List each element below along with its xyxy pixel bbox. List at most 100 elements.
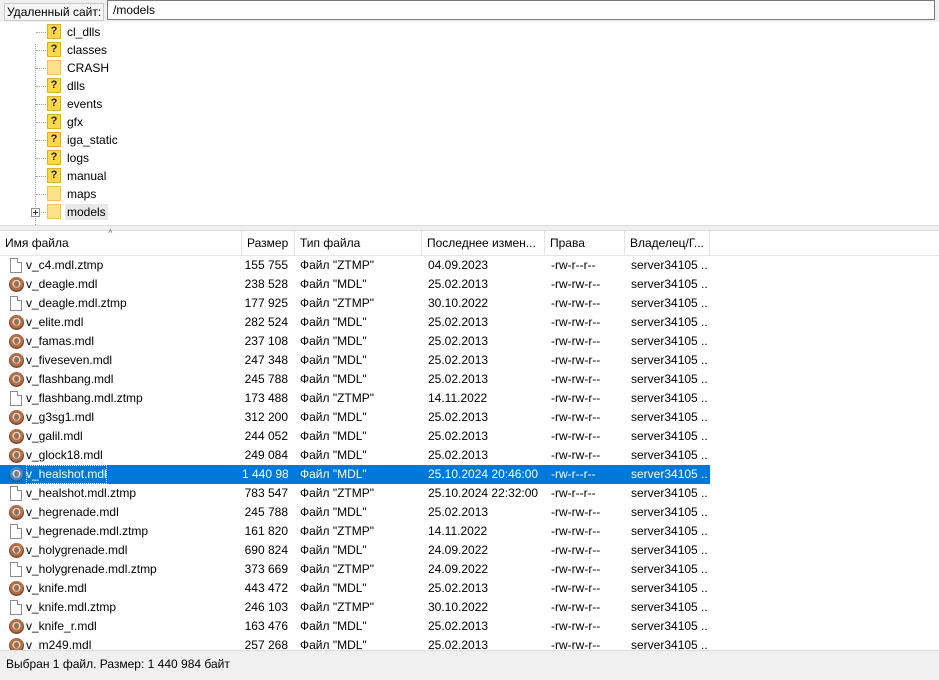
file-size: 249 084 — [244, 448, 288, 462]
file-name: v_holygrenade.mdl — [26, 543, 128, 557]
tree-item-gfx[interactable]: ? gfx — [0, 113, 939, 131]
tree-item-models[interactable]: models — [0, 203, 939, 221]
tree-connector — [36, 194, 46, 195]
file-owner: server34105 .. — [631, 448, 708, 462]
file-icon — [10, 296, 22, 311]
file-type: Файл "ZTMP" — [300, 486, 375, 500]
tree-item-maps[interactable]: maps — [0, 185, 939, 203]
tree-item-cl-dlls[interactable]: ? cl_dlls — [0, 23, 939, 41]
file-modified: 25.10.2024 20:46:00 — [428, 467, 539, 481]
tree-item-dlls[interactable]: ? dlls — [0, 77, 939, 95]
file-owner: server34105 .. — [631, 353, 708, 367]
remote-directory-tree: ? cl_dlls? classes CRASH? dlls? events? gfx? ig… — [0, 22, 939, 225]
file-row[interactable]: v_fiveseven.mdl 247 348 Файл "MDL" 25.02.20… — [0, 351, 710, 370]
tree-item-logs[interactable]: ? logs — [0, 149, 939, 167]
mdl-file-icon — [9, 505, 24, 520]
file-row[interactable]: v_hegrenade.mdl 245 788 Файл "MDL" 25.02.20… — [0, 503, 710, 522]
file-row[interactable]: v_deagle.mdl 238 528 Файл "MDL" 25.02.2013 -… — [0, 275, 710, 294]
file-name: v_flashbang.mdl — [26, 372, 114, 386]
file-row[interactable]: v_elite.mdl 282 524 Файл "MDL" 25.02.2013 -r… — [0, 313, 710, 332]
file-row[interactable]: v_knife_r.mdl 163 476 Файл "MDL" 25.02.2013… — [0, 617, 710, 636]
file-size: 177 925 — [244, 296, 288, 310]
file-row[interactable]: v_deagle.mdl.ztmp 177 925 Файл "ZTMP" 30.10… — [0, 294, 710, 313]
file-owner: server34105 .. — [631, 619, 708, 633]
file-row[interactable]: v_healshot.mdl 1 440 984 Файл "MDL" 25.10.2… — [0, 465, 710, 484]
file-name: v_deagle.mdl — [26, 277, 98, 291]
remote-site-bar: Удаленный сайт: — [0, 0, 939, 23]
file-name: v_flashbang.mdl.ztmp — [26, 391, 143, 405]
tree-connector — [36, 176, 46, 177]
file-type: Файл "MDL" — [300, 619, 367, 633]
tree-item-iga-static[interactable]: ? iga_static — [0, 131, 939, 149]
file-modified: 30.10.2022 — [428, 600, 489, 614]
question-folder-icon: ? — [47, 78, 61, 93]
tree-item-crash[interactable]: CRASH — [0, 59, 939, 77]
tree-item-classes[interactable]: ? classes — [0, 41, 939, 59]
file-size: 690 824 — [244, 543, 288, 557]
file-size: 238 528 — [244, 277, 288, 291]
file-row[interactable]: v_m249.mdl 257 268 Файл "MDL" 25.02.2013 -rw… — [0, 636, 710, 650]
column-header-type[interactable]: Тип файла — [295, 231, 422, 255]
file-owner: server34105 .. — [631, 543, 708, 557]
file-name: v_hegrenade.mdl — [26, 505, 119, 519]
file-perms: -rw-rw-r-- — [551, 524, 601, 538]
expand-icon[interactable] — [31, 208, 40, 217]
tree-connector — [36, 50, 46, 51]
file-row[interactable]: v_healshot.mdl.ztmp 783 547 Файл "ZTMP" 25.… — [0, 484, 710, 503]
tree-connector — [36, 68, 46, 69]
file-perms: -rw-rw-r-- — [551, 315, 601, 329]
file-modified: 25.02.2013 — [428, 315, 489, 329]
folder-icon — [47, 60, 61, 75]
remote-site-label: Удаленный сайт: — [4, 3, 105, 21]
file-perms: -rw-rw-r-- — [551, 581, 601, 595]
file-owner: server34105 .. — [631, 334, 708, 348]
column-header-size[interactable]: Размер — [242, 231, 295, 255]
file-row[interactable]: v_flashbang.mdl.ztmp 173 488 Файл "ZTMP" 14… — [0, 389, 710, 408]
tree-item-label: cl_dlls — [67, 25, 101, 39]
file-owner: server34105 .. — [631, 467, 708, 481]
file-row[interactable]: v_galil.mdl 244 052 Файл "MDL" 25.02.2013 -r… — [0, 427, 710, 446]
file-row[interactable]: v_glock18.mdl 249 084 Файл "MDL" 25.02.2013… — [0, 446, 710, 465]
tree-item-manual[interactable]: ? manual — [0, 167, 939, 185]
file-modified: 25.02.2013 — [428, 410, 489, 424]
tree-connector — [36, 32, 46, 33]
file-size: 247 348 — [244, 353, 288, 367]
file-size: 312 200 — [244, 410, 288, 424]
file-size: 783 547 — [244, 486, 288, 500]
mdl-file-icon — [9, 372, 24, 387]
file-row[interactable]: v_g3sg1.mdl 312 200 Файл "MDL" 25.02.2013 -r… — [0, 408, 710, 427]
file-owner: server34105 .. — [631, 410, 708, 424]
file-owner: server34105 .. — [631, 524, 708, 538]
mdl-file-icon — [9, 353, 24, 368]
file-name: v_fiveseven.mdl — [26, 353, 113, 367]
column-header-name[interactable]: Имя файла — [0, 231, 242, 255]
file-name: v_hegrenade.mdl.ztmp — [26, 524, 149, 538]
sort-ascending-icon: ˄ — [108, 227, 113, 236]
file-row[interactable]: v_knife.mdl.ztmp 246 103 Файл "ZTMP" 30.10.… — [0, 598, 710, 617]
mdl-file-icon — [9, 581, 24, 596]
file-name: v_galil.mdl — [26, 429, 83, 443]
tree-item-label: models — [65, 204, 108, 220]
file-row[interactable]: v_famas.mdl 237 108 Файл "MDL" 25.02.2013 -r… — [0, 332, 710, 351]
file-row[interactable]: v_knife.mdl 443 472 Файл "MDL" 25.02.2013 -r… — [0, 579, 710, 598]
file-perms: -rw-rw-r-- — [551, 600, 601, 614]
tree-connector — [36, 86, 46, 87]
file-type: Файл "MDL" — [300, 429, 367, 443]
folder-icon — [47, 186, 61, 201]
file-row[interactable]: v_c4.mdl.ztmp 155 755 Файл "ZTMP" 04.09.202… — [0, 256, 710, 275]
file-row[interactable]: v_holygrenade.mdl.ztmp 373 669 Файл "ZTMP"… — [0, 560, 710, 579]
file-row[interactable]: v_holygrenade.mdl 690 824 Файл "MDL" 24.09.… — [0, 541, 710, 560]
mdl-file-icon — [9, 334, 24, 349]
file-row[interactable]: v_hegrenade.mdl.ztmp 161 820 Файл "ZTMP" 14… — [0, 522, 710, 541]
column-header-owner[interactable]: Владелец/Г... — [625, 231, 710, 255]
column-header-permissions[interactable]: Права — [545, 231, 625, 255]
question-folder-icon: ? — [47, 168, 61, 183]
mdl-file-icon — [9, 543, 24, 558]
remote-path-input[interactable] — [107, 0, 935, 20]
file-name: v_m249.mdl — [26, 638, 92, 650]
file-row[interactable]: v_flashbang.mdl 245 788 Файл "MDL" 25.02.20… — [0, 370, 710, 389]
file-perms: -rw-rw-r-- — [551, 372, 601, 386]
tree-item-events[interactable]: ? events — [0, 95, 939, 113]
file-size: 246 103 — [244, 600, 288, 614]
column-header-modified[interactable]: Последнее измен... — [422, 231, 545, 255]
